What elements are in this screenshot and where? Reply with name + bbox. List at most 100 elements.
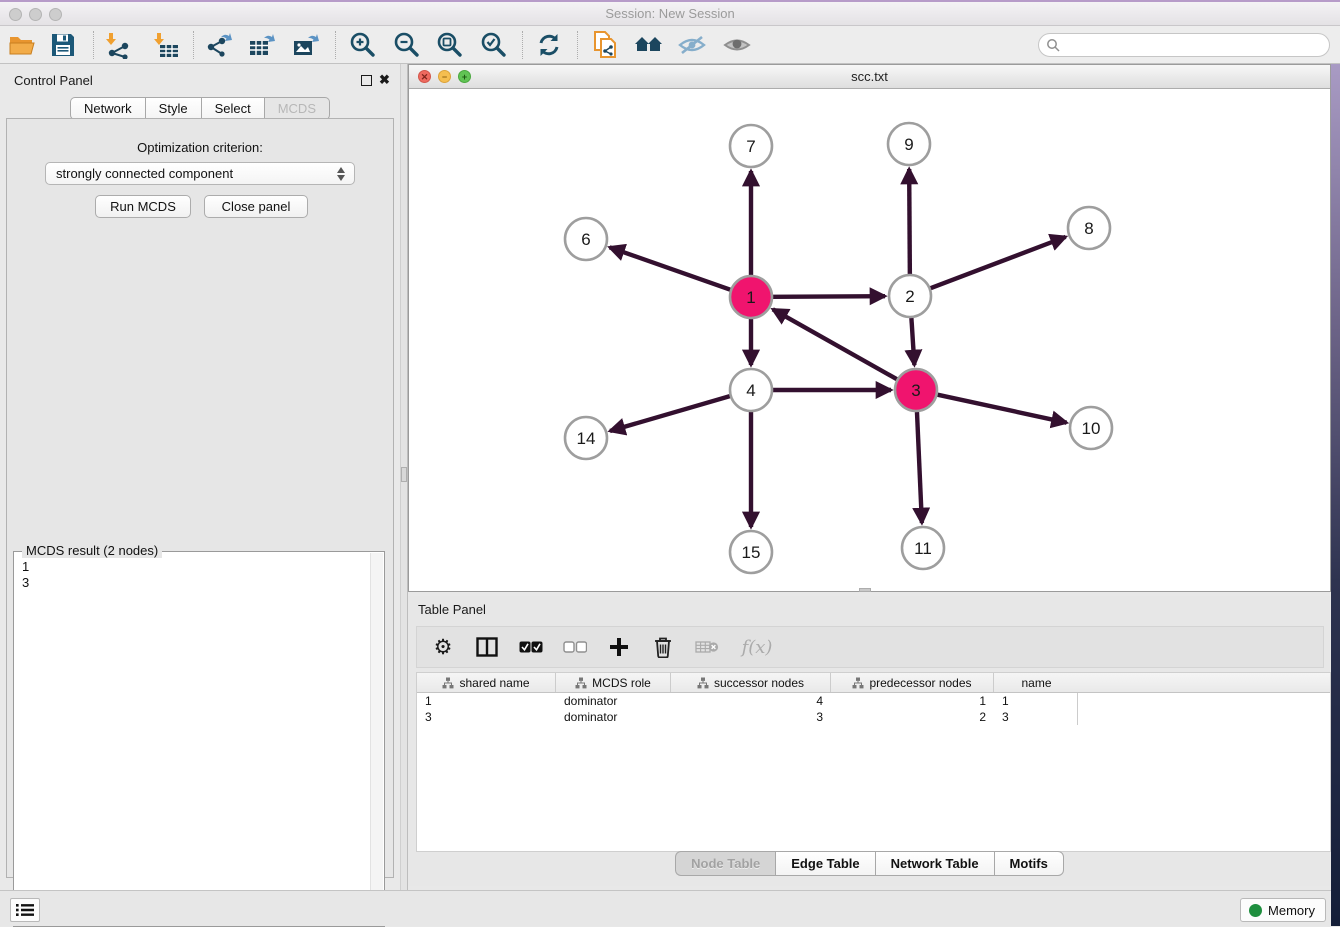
graph-node-8[interactable]: 8 bbox=[1068, 207, 1110, 249]
table-row[interactable]: 3dominator323 bbox=[417, 709, 1330, 725]
table-settings-button[interactable]: ⚙ bbox=[429, 633, 457, 661]
close-panel-icon[interactable]: ✖ bbox=[379, 72, 390, 88]
graph-node-2[interactable]: 2 bbox=[889, 275, 931, 317]
mcds-result-line: 3 bbox=[22, 575, 29, 591]
graph-node-3[interactable]: 3 bbox=[895, 369, 937, 411]
mcds-result-list[interactable]: 1 3 bbox=[22, 559, 29, 591]
edge-2-8[interactable] bbox=[931, 237, 1066, 288]
graph-node-4[interactable]: 4 bbox=[730, 369, 772, 411]
deselect-all-button[interactable] bbox=[561, 633, 589, 661]
result-scrollbar[interactable] bbox=[370, 553, 383, 925]
minimize-window-icon[interactable]: − bbox=[438, 70, 451, 83]
window-close-icon[interactable] bbox=[9, 8, 22, 21]
checked-boxes-icon bbox=[519, 641, 543, 653]
node-label: 9 bbox=[904, 135, 913, 154]
edge-4-14[interactable] bbox=[610, 396, 730, 431]
graph-node-11[interactable]: 11 bbox=[902, 527, 944, 569]
edge-2-9[interactable] bbox=[909, 169, 910, 274]
import-network-button[interactable] bbox=[101, 29, 135, 61]
save-session-button[interactable] bbox=[46, 29, 80, 61]
close-panel-button[interactable]: Close panel bbox=[204, 195, 308, 218]
optimization-criterion-label: Optimization criterion: bbox=[7, 140, 393, 155]
column-header-shared-name[interactable]: shared name bbox=[417, 673, 556, 692]
graph-node-15[interactable]: 15 bbox=[730, 531, 772, 573]
edge-3-1[interactable] bbox=[773, 309, 897, 379]
tab-network[interactable]: Network bbox=[70, 97, 145, 120]
run-mcds-button[interactable]: Run MCDS bbox=[95, 195, 191, 218]
tab-mcds[interactable]: MCDS bbox=[264, 97, 330, 120]
graph-node-10[interactable]: 10 bbox=[1070, 407, 1112, 449]
column-header-predecessor-nodes[interactable]: predecessor nodes bbox=[831, 673, 994, 692]
graph-node-7[interactable]: 7 bbox=[730, 125, 772, 167]
edge-1-6[interactable] bbox=[610, 247, 731, 289]
column-header-mcds-role[interactable]: MCDS role bbox=[556, 673, 671, 692]
graph-node-1[interactable]: 1 bbox=[730, 276, 772, 318]
select-all-button[interactable] bbox=[517, 633, 545, 661]
tab-motifs[interactable]: Motifs bbox=[994, 851, 1064, 876]
delete-column-button[interactable] bbox=[649, 633, 677, 661]
zoom-out-button[interactable] bbox=[389, 29, 423, 61]
status-bar: Memory bbox=[0, 890, 1340, 926]
close-window-icon[interactable]: ✕ bbox=[418, 70, 431, 83]
import-table-button[interactable] bbox=[149, 29, 183, 61]
window-resize-grip[interactable] bbox=[859, 588, 871, 592]
tab-edge-table[interactable]: Edge Table bbox=[775, 851, 874, 876]
zoom-selected-button[interactable] bbox=[476, 29, 510, 61]
import-table-icon bbox=[152, 31, 180, 59]
tab-select[interactable]: Select bbox=[201, 97, 264, 120]
graph-node-6[interactable]: 6 bbox=[565, 218, 607, 260]
split-panel-button[interactable] bbox=[473, 633, 501, 661]
panel-splitter[interactable] bbox=[400, 64, 408, 890]
home-view-button[interactable] bbox=[632, 29, 666, 61]
column-type-icon bbox=[697, 677, 709, 689]
first-neighbors-button[interactable] bbox=[588, 29, 622, 61]
edge-2-3[interactable] bbox=[911, 318, 914, 365]
splitter-grip-icon[interactable] bbox=[401, 467, 407, 482]
float-panel-icon[interactable] bbox=[361, 75, 372, 86]
select-stepper-icon bbox=[336, 166, 347, 182]
memory-button[interactable]: Memory bbox=[1240, 898, 1326, 922]
window-minimize-icon[interactable] bbox=[29, 8, 42, 21]
mcds-pane: Optimization criterion: strongly connect… bbox=[6, 118, 394, 878]
function-builder-button[interactable]: f(x) bbox=[737, 633, 777, 661]
search-field[interactable] bbox=[1038, 33, 1330, 57]
tab-network-table[interactable]: Network Table bbox=[875, 851, 994, 876]
search-input[interactable] bbox=[1060, 35, 1329, 55]
table-cell: 3 bbox=[994, 709, 1078, 725]
column-header-successor-nodes[interactable]: successor nodes bbox=[671, 673, 831, 692]
network-canvas[interactable]: 7 9 6 8 1 2 4 3 14 10 15 11 bbox=[409, 89, 1330, 591]
graph-node-14[interactable]: 14 bbox=[565, 417, 607, 459]
clone-network-icon bbox=[591, 30, 619, 60]
tab-node-table[interactable]: Node Table bbox=[675, 851, 775, 876]
network-graph[interactable]: 7 9 6 8 1 2 4 3 14 10 15 11 bbox=[409, 89, 1330, 591]
open-session-button[interactable] bbox=[5, 29, 39, 61]
add-column-button[interactable] bbox=[605, 633, 633, 661]
task-history-button[interactable] bbox=[10, 898, 40, 922]
edge-3-11[interactable] bbox=[917, 412, 922, 523]
column-type-icon bbox=[575, 677, 587, 689]
export-network-button[interactable] bbox=[201, 29, 235, 61]
table-cell: 3 bbox=[417, 709, 556, 725]
node-label: 7 bbox=[746, 137, 755, 156]
hide-selected-button[interactable] bbox=[675, 29, 709, 61]
export-image-button[interactable] bbox=[289, 29, 323, 61]
edge-1-2[interactable] bbox=[773, 296, 885, 297]
node-label: 10 bbox=[1082, 419, 1101, 438]
tab-style[interactable]: Style bbox=[145, 97, 201, 120]
column-header-name[interactable]: name bbox=[994, 673, 1079, 692]
export-table-button[interactable] bbox=[245, 29, 279, 61]
zoom-window-icon[interactable]: + bbox=[458, 70, 471, 83]
node-label: 11 bbox=[914, 539, 932, 558]
mcds-result-title: MCDS result (2 nodes) bbox=[22, 543, 162, 558]
delete-table-button[interactable] bbox=[693, 633, 721, 661]
network-window-titlebar[interactable]: ✕ − + scc.txt bbox=[409, 65, 1330, 89]
zoom-in-button[interactable] bbox=[345, 29, 379, 61]
zoom-fit-button[interactable] bbox=[432, 29, 466, 61]
show-all-button[interactable] bbox=[720, 29, 754, 61]
table-row[interactable]: 1dominator411 bbox=[417, 693, 1330, 709]
refresh-view-button[interactable] bbox=[532, 29, 566, 61]
edge-3-10[interactable] bbox=[937, 395, 1066, 423]
criterion-select[interactable]: strongly connected component bbox=[45, 162, 355, 185]
graph-node-9[interactable]: 9 bbox=[888, 123, 930, 165]
window-zoom-icon[interactable] bbox=[49, 8, 62, 21]
